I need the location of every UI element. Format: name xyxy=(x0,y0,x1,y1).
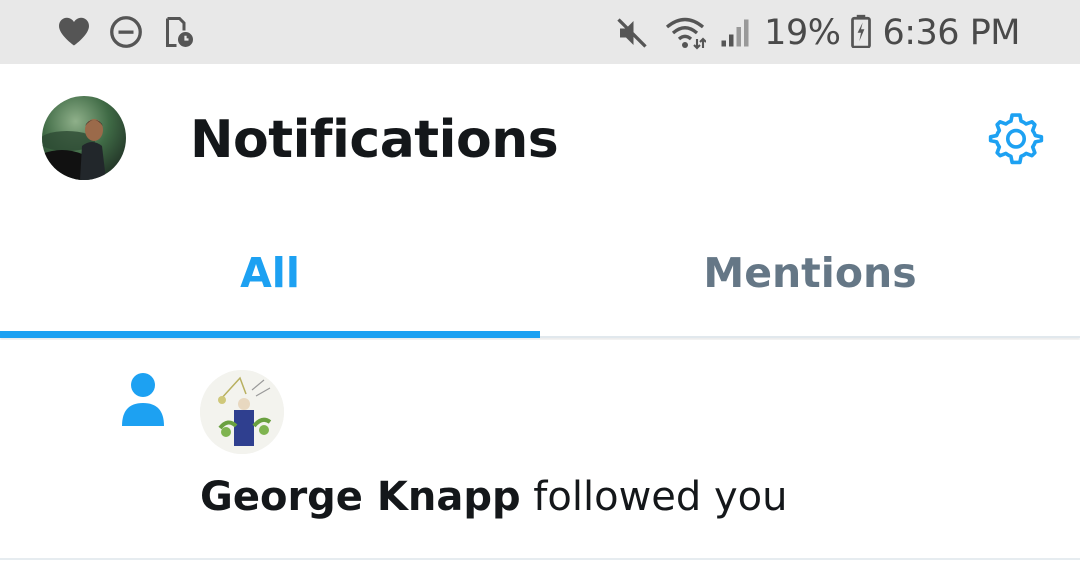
page-title: Notifications xyxy=(190,110,559,170)
app-header: Notifications xyxy=(0,64,1080,214)
clock: 6:36 PM xyxy=(882,13,1020,53)
gear-icon xyxy=(988,113,1044,165)
person-icon xyxy=(120,372,166,428)
mute-icon xyxy=(614,15,650,51)
notification-item[interactable]: George Knapp followed you xyxy=(0,340,1080,560)
battery-percent: 19% xyxy=(764,13,841,53)
tab-mentions-label: Mentions xyxy=(703,249,917,297)
do-not-disturb-icon xyxy=(108,14,144,55)
heart-icon xyxy=(56,14,92,55)
status-right-icons: 19% 6:36 PM xyxy=(614,12,1020,54)
notification-action: followed you xyxy=(520,474,788,520)
settings-button[interactable] xyxy=(987,109,1045,167)
status-bar: 19% 6:36 PM xyxy=(0,0,1080,64)
screenshot-icon xyxy=(160,14,196,55)
wifi-icon xyxy=(664,15,707,51)
profile-avatar[interactable] xyxy=(42,96,126,180)
notification-text: George Knapp followed you xyxy=(200,474,788,520)
follower-name[interactable]: George Knapp xyxy=(200,474,521,520)
tab-all[interactable]: All xyxy=(0,214,540,338)
active-tab-indicator xyxy=(0,331,540,338)
tab-all-label: All xyxy=(240,249,300,297)
follower-avatar[interactable] xyxy=(200,370,284,454)
notification-tabs: All Mentions xyxy=(0,214,1080,338)
battery-charging-icon xyxy=(850,14,872,53)
signal-icon xyxy=(720,18,750,48)
status-left-icons xyxy=(56,14,196,55)
tab-mentions[interactable]: Mentions xyxy=(540,214,1080,336)
